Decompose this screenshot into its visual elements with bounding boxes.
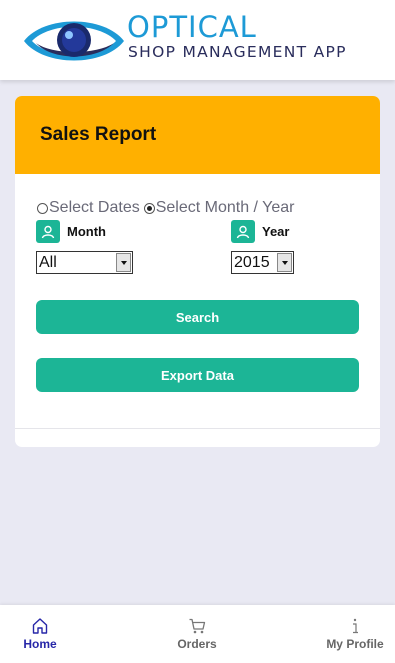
user-icon — [36, 220, 60, 243]
year-label-text: Year — [262, 224, 290, 239]
app-header: OPTICAL SHOP MANAGEMENT APP — [0, 0, 395, 80]
radio-label: Select Month / Year — [155, 199, 295, 216]
radio-label: Select Dates — [49, 199, 140, 216]
cart-icon — [189, 618, 206, 634]
month-label-text: Month — [67, 224, 106, 239]
logo-title: OPTICAL — [127, 10, 257, 44]
user-icon — [231, 220, 255, 243]
eye-logo-icon — [24, 21, 124, 61]
nav-label: Orders — [177, 637, 217, 651]
radio-button[interactable] — [37, 202, 48, 214]
bottom-nav: Home Orders My Profile — [0, 605, 395, 663]
radio-select-dates[interactable]: Select Dates — [37, 199, 140, 217]
info-icon — [353, 618, 358, 634]
export-data-button[interactable]: Export Data — [36, 358, 359, 392]
year-select-value: 2015 — [234, 254, 270, 271]
year-select[interactable]: 2015 — [231, 251, 294, 274]
nav-label: My Profile — [326, 637, 384, 651]
radio-select-month-year[interactable]: Select Month / Year — [143, 199, 295, 217]
search-button[interactable]: Search — [36, 300, 359, 334]
month-select-value: All — [39, 254, 57, 271]
nav-item-orders[interactable]: Orders — [175, 605, 219, 663]
card-header: Sales Report — [15, 96, 380, 174]
sales-report-card: Sales Report Select Dates Select Month /… — [15, 96, 380, 447]
home-icon — [32, 618, 48, 634]
month-select[interactable]: All — [36, 251, 133, 274]
page-title: Sales Report — [40, 124, 157, 145]
year-label: Year — [231, 220, 289, 243]
nav-label: Home — [23, 637, 57, 651]
dropdown-arrow-icon[interactable] — [116, 253, 131, 272]
month-label: Month — [36, 220, 106, 243]
filter-mode-group: Select Dates Select Month / Year — [37, 199, 298, 217]
divider — [15, 428, 380, 429]
nav-item-home[interactable]: Home — [18, 605, 62, 663]
logo-subtitle: SHOP MANAGEMENT APP — [128, 43, 347, 61]
dropdown-arrow-icon[interactable] — [277, 253, 292, 272]
radio-button[interactable] — [143, 202, 155, 214]
nav-item-my-profile[interactable]: My Profile — [322, 605, 388, 663]
